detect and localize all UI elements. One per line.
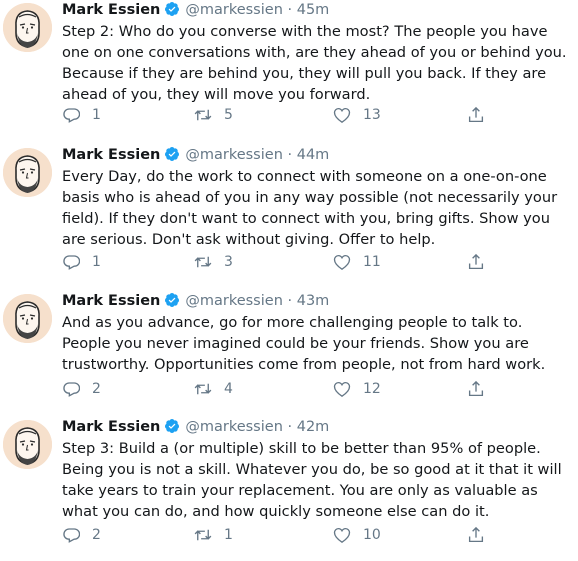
author-handle[interactable]: @markessien [185, 2, 283, 18]
tweet-header: Mark Essien @markessien · 45m [62, 0, 329, 20]
share-icon [467, 526, 485, 544]
verified-badge-icon [164, 1, 180, 17]
share-icon [467, 253, 485, 271]
share-button[interactable] [467, 252, 485, 272]
like-count: 13 [363, 107, 381, 123]
author-name[interactable]: Mark Essien [62, 293, 160, 309]
verified-badge-icon [164, 146, 180, 162]
separator-dot: · [287, 419, 293, 435]
like-icon [333, 106, 351, 124]
reply-icon [62, 380, 80, 398]
reply-icon [62, 253, 80, 271]
reply-button[interactable]: 2 [62, 379, 101, 399]
author-name[interactable]: Mark Essien [62, 147, 160, 163]
retweet-count: 5 [224, 107, 233, 123]
retweet-button[interactable]: 3 [194, 252, 233, 272]
like-icon [333, 253, 351, 271]
reply-count: 2 [92, 527, 101, 543]
tweet-header: Mark Essien @markessien · 43m [62, 291, 329, 311]
tweet-actions: 2 1 10 [62, 525, 562, 545]
tweet-actions: 1 3 11 [62, 252, 562, 272]
tweet-header: Mark Essien @markessien · 42m [62, 417, 329, 437]
share-button[interactable] [467, 525, 485, 545]
timestamp[interactable]: 45m [297, 2, 330, 18]
like-button[interactable]: 10 [333, 525, 381, 545]
verified-badge-icon [164, 292, 180, 308]
share-button[interactable] [467, 105, 485, 125]
retweet-count: 1 [224, 527, 233, 543]
share-icon [467, 106, 485, 124]
author-name[interactable]: Mark Essien [62, 2, 160, 18]
reply-icon [62, 526, 80, 544]
reply-icon [62, 106, 80, 124]
reply-button[interactable]: 2 [62, 525, 101, 545]
reply-button[interactable]: 1 [62, 252, 101, 272]
retweet-button[interactable]: 4 [194, 379, 233, 399]
like-count: 10 [363, 527, 381, 543]
avatar[interactable] [3, 420, 52, 469]
avatar[interactable] [3, 148, 52, 197]
separator-dot: · [287, 2, 293, 18]
like-icon [333, 526, 351, 544]
separator-dot: · [287, 293, 293, 309]
author-handle[interactable]: @markessien [185, 147, 283, 163]
tweet-text: Every Day, do the work to connect with s… [62, 168, 558, 248]
tweet-actions: 2 4 12 [62, 379, 562, 399]
tweet-text: Step 3: Build a (or multiple) skill to b… [62, 440, 562, 520]
avatar[interactable] [3, 3, 52, 52]
timestamp[interactable]: 42m [297, 419, 330, 435]
like-icon [333, 380, 351, 398]
like-count: 11 [363, 254, 381, 270]
tweet-text: And as you advance, go for more challeng… [62, 314, 546, 373]
like-button[interactable]: 12 [333, 379, 381, 399]
like-button[interactable]: 13 [333, 105, 381, 125]
tweet-text: Step 2: Who do you converse with the mos… [62, 23, 567, 103]
retweet-button[interactable]: 1 [194, 525, 233, 545]
author-name[interactable]: Mark Essien [62, 419, 160, 435]
like-count: 12 [363, 381, 381, 397]
timestamp[interactable]: 44m [297, 147, 330, 163]
retweet-button[interactable]: 5 [194, 105, 233, 125]
reply-count: 2 [92, 381, 101, 397]
reply-count: 1 [92, 254, 101, 270]
tweet-actions: 1 5 13 [62, 105, 562, 125]
author-handle[interactable]: @markessien [185, 293, 283, 309]
separator-dot: · [287, 147, 293, 163]
reply-button[interactable]: 1 [62, 105, 101, 125]
reply-count: 1 [92, 107, 101, 123]
retweet-icon [194, 526, 212, 544]
retweet-icon [194, 253, 212, 271]
retweet-icon [194, 106, 212, 124]
timestamp[interactable]: 43m [297, 293, 330, 309]
verified-badge-icon [164, 418, 180, 434]
retweet-icon [194, 380, 212, 398]
like-button[interactable]: 11 [333, 252, 381, 272]
avatar[interactable] [3, 294, 52, 343]
share-icon [467, 380, 485, 398]
retweet-count: 4 [224, 381, 233, 397]
share-button[interactable] [467, 379, 485, 399]
author-handle[interactable]: @markessien [185, 419, 283, 435]
tweet-header: Mark Essien @markessien · 44m [62, 145, 329, 165]
retweet-count: 3 [224, 254, 233, 270]
